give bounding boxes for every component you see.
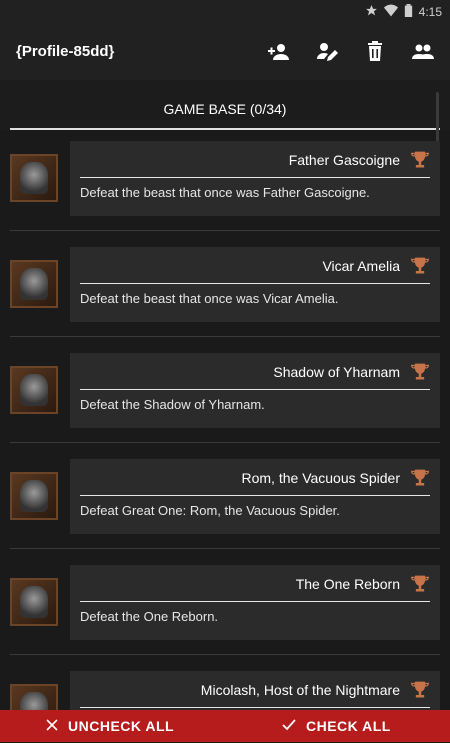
bottom-action-bar: UNCHECK ALL CHECK ALL [0, 710, 450, 742]
divider [80, 495, 430, 496]
bronze-trophy-icon [410, 362, 430, 382]
check-all-label: CHECK ALL [306, 718, 391, 734]
trophy-name: Rom, the Vacuous Spider [241, 470, 401, 486]
trophy-name: The One Reborn [295, 576, 400, 592]
trophy-card[interactable]: Shadow of Yharnam Defeat the Shadow of Y… [70, 353, 440, 428]
divider [80, 283, 430, 284]
trophy-image [10, 684, 58, 710]
trophy-name: Shadow of Yharnam [273, 364, 400, 380]
trophy-image [10, 472, 58, 520]
bronze-trophy-icon [410, 468, 430, 488]
app-bar: {Profile-85dd} [0, 24, 450, 80]
edit-icon[interactable] [314, 39, 340, 65]
bronze-trophy-icon [410, 256, 430, 276]
list-item[interactable]: Vicar Amelia Defeat the beast that once … [10, 236, 440, 342]
status-bar: 4:15 [0, 0, 450, 24]
add-person-icon[interactable] [266, 39, 292, 65]
group-icon[interactable] [410, 39, 436, 65]
list-item[interactable]: Father Gascoigne Defeat the beast that o… [10, 130, 440, 236]
list-item[interactable]: Shadow of Yharnam Defeat the Shadow of Y… [10, 342, 440, 448]
trophy-description: Defeat Great One: Rom, the Vacuous Spide… [80, 503, 340, 518]
bronze-trophy-icon [410, 574, 430, 594]
divider [80, 601, 430, 602]
trophy-card[interactable]: Micolash, Host of the Nightmare [70, 671, 440, 710]
profile-title: {Profile-85dd} [16, 43, 115, 60]
row-divider [10, 548, 440, 549]
trophy-card[interactable]: Vicar Amelia Defeat the beast that once … [70, 247, 440, 322]
divider [80, 177, 430, 178]
trophy-name: Micolash, Host of the Nightmare [200, 682, 400, 698]
divider [80, 389, 430, 390]
trophy-image [10, 260, 58, 308]
trophy-list: Father Gascoigne Defeat the beast that o… [0, 130, 450, 710]
uncheck-all-button[interactable]: UNCHECK ALL [46, 710, 174, 742]
trophy-description: Defeat the Shadow of Yharnam. [80, 397, 265, 412]
star-icon [365, 4, 378, 20]
check-icon [282, 709, 296, 743]
check-all-button[interactable]: CHECK ALL [282, 710, 391, 742]
bronze-trophy-icon [410, 680, 430, 700]
wifi-icon [383, 4, 398, 20]
trophy-name: Vicar Amelia [322, 258, 400, 274]
row-divider [10, 442, 440, 443]
divider [80, 707, 430, 708]
row-divider [10, 654, 440, 655]
row-divider [10, 336, 440, 337]
trophy-card[interactable]: The One Reborn Defeat the One Reborn. [70, 565, 440, 640]
trophy-image [10, 154, 58, 202]
close-icon [46, 709, 58, 743]
delete-icon[interactable] [362, 39, 388, 65]
trophy-image [10, 366, 58, 414]
trophy-description: Defeat the beast that once was Father Ga… [80, 185, 370, 200]
list-item[interactable]: Rom, the Vacuous Spider Defeat Great One… [10, 448, 440, 554]
trophy-description: Defeat the beast that once was Vicar Ame… [80, 291, 339, 306]
trophy-description: Defeat the One Reborn. [80, 609, 219, 624]
battery-icon [404, 4, 413, 20]
clock-time: 4:15 [418, 5, 442, 19]
trophy-card[interactable]: Rom, the Vacuous Spider Defeat Great One… [70, 459, 440, 534]
trophy-name: Father Gascoigne [288, 152, 400, 168]
list-item[interactable]: The One Reborn Defeat the One Reborn. [10, 554, 440, 660]
uncheck-all-label: UNCHECK ALL [68, 718, 175, 734]
tab-game-base[interactable]: GAME BASE (0/34) [10, 80, 440, 130]
bronze-trophy-icon [410, 150, 430, 170]
row-divider [10, 230, 440, 231]
trophy-card[interactable]: Father Gascoigne Defeat the beast that o… [70, 141, 440, 216]
tab-bar: GAME BASE (0/34) [0, 80, 450, 130]
trophy-image [10, 578, 58, 626]
list-item[interactable]: Micolash, Host of the Nightmare [10, 660, 440, 710]
